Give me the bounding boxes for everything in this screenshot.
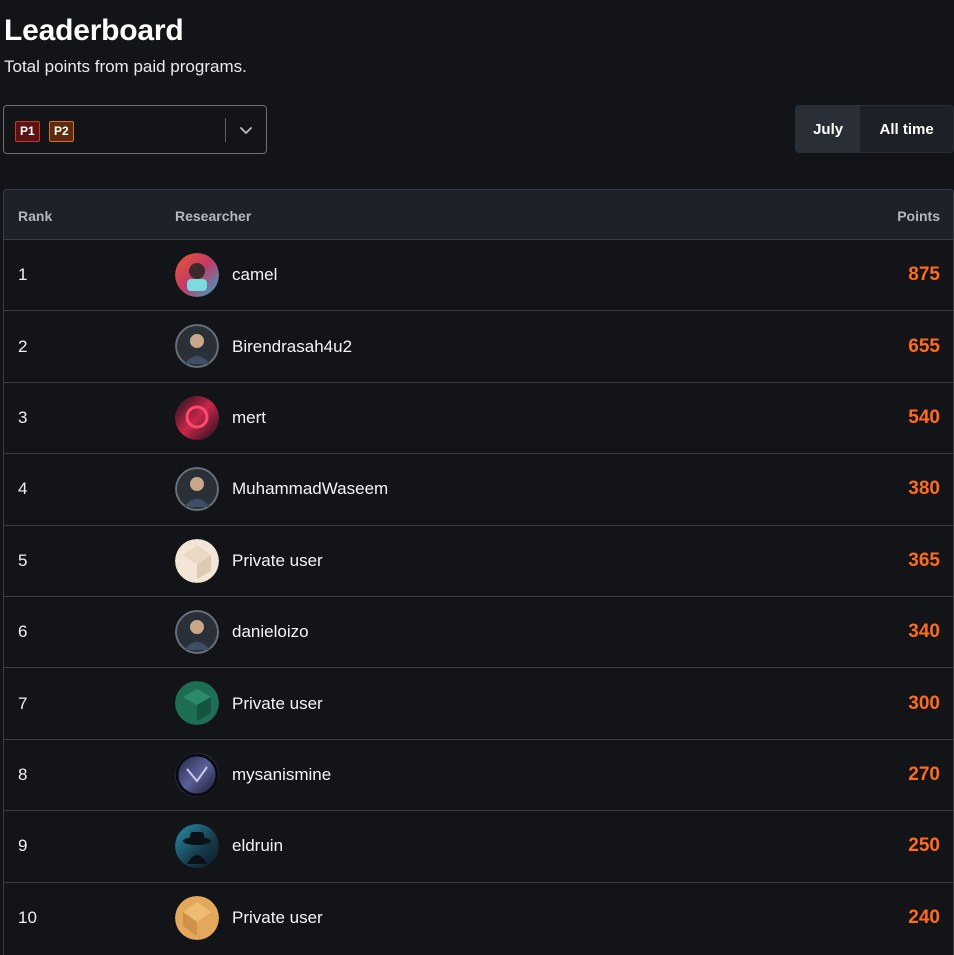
researcher-name-link[interactable]: eldruin [232,811,283,881]
points-value: 540 [908,406,940,428]
researcher-name-link[interactable]: camel [232,240,277,310]
avatar[interactable] [175,324,219,369]
avatar[interactable] [175,609,219,654]
rank-value: 10 [18,908,37,928]
rank-value: 8 [18,764,28,784]
rank-value: 9 [18,836,28,856]
points-value: 365 [908,549,940,571]
researcher-name-link[interactable]: Private user [232,526,323,596]
researcher-name-link[interactable]: Private user [232,668,323,738]
filter-divider [225,118,226,142]
researcher-name-link[interactable]: MuhammadWaseem [232,454,388,524]
rank-value: 6 [18,622,28,642]
chevron-down-icon[interactable] [236,120,256,140]
column-header-researcher: Researcher [175,208,252,224]
points-value: 655 [908,335,940,357]
period-toggle: July All time [795,105,954,153]
table-row[interactable]: 6 danieloizo 340 [4,596,953,669]
column-header-rank: Rank [18,208,53,224]
points-value: 340 [908,621,940,643]
table-body: 1 camel 875 2 Birendrasah4u2 655 3 mert 540 4 Muha… [4,240,953,954]
points-value: 300 [908,692,940,714]
avatar[interactable] [175,395,219,440]
table-row[interactable]: 10 Private user 240 [4,882,953,954]
avatar[interactable] [175,895,219,940]
page-title: Leaderboard [4,14,184,47]
points-value: 380 [908,478,940,500]
points-value: 240 [908,907,940,929]
table-row[interactable]: 7 Private user 300 [4,668,953,740]
researcher-name-link[interactable]: mert [232,383,266,453]
table-row[interactable]: 5 Private user 365 [4,525,953,597]
column-header-points: Points [897,208,940,224]
rank-value: 5 [18,550,28,570]
points-value: 875 [908,264,940,286]
researcher-name-link[interactable]: danieloizo [232,597,309,667]
table-row[interactable]: 8 mysanismine 270 [4,739,953,812]
researcher-name-link[interactable]: Private user [232,883,323,954]
page-subtitle: Total points from paid programs. [4,57,247,76]
table-row[interactable]: 9 eldruin 250 [4,811,953,883]
filter-chip-p2[interactable]: P2 [49,121,74,142]
table-header: Rank Researcher Points [4,190,953,240]
rank-value: 3 [18,407,28,427]
filter-chip-p1[interactable]: P1 [15,121,40,142]
program-filter-select[interactable]: P1 P2 [3,105,267,154]
researcher-name-link[interactable]: Birendrasah4u2 [232,311,352,381]
avatar[interactable] [175,752,219,797]
rank-value: 2 [18,336,28,356]
table-row[interactable]: 3 mert 540 [4,382,953,455]
points-value: 270 [908,763,940,785]
period-all-time-button[interactable]: All time [860,106,953,152]
table-row[interactable]: 2 Birendrasah4u2 655 [4,311,953,383]
leaderboard-page: Leaderboard Total points from paid progr… [0,0,954,955]
rank-value: 4 [18,479,28,499]
rank-value: 1 [18,265,28,285]
rank-value: 7 [18,693,28,713]
avatar[interactable] [175,253,219,297]
table-row[interactable]: 1 camel 875 [4,240,953,312]
avatar[interactable] [175,538,219,583]
period-july-button[interactable]: July [796,106,861,152]
avatar[interactable] [175,681,219,726]
points-value: 250 [908,835,940,857]
avatar[interactable] [175,824,219,869]
table-row[interactable]: 4 MuhammadWaseem 380 [4,454,953,526]
leaderboard-table: Rank Researcher Points 1 camel 875 2 Birendr… [3,189,954,955]
avatar[interactable] [175,467,219,512]
researcher-name-link[interactable]: mysanismine [232,740,331,810]
